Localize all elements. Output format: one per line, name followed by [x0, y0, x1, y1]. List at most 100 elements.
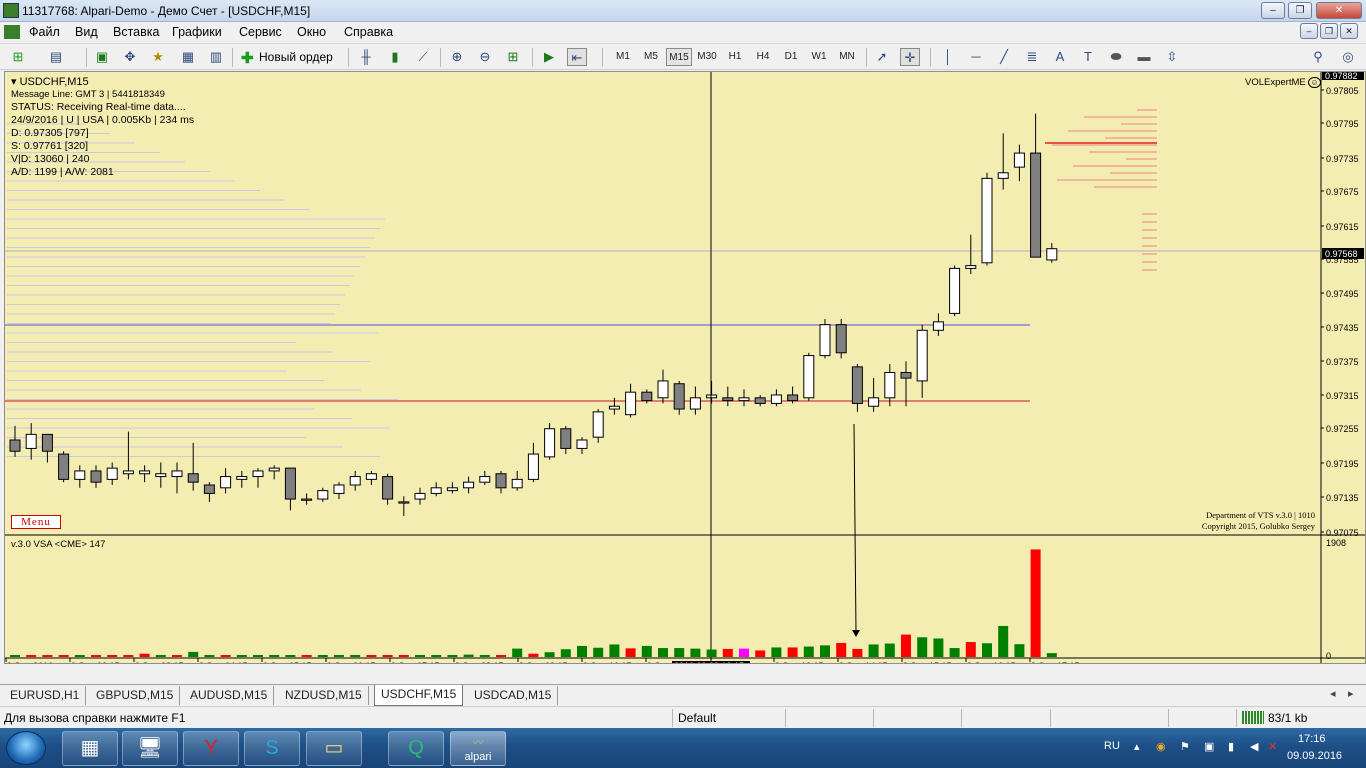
price-label: 0.97195 — [1326, 459, 1359, 469]
menu-file[interactable]: Файл — [29, 25, 60, 39]
chart-shift-icon[interactable]: ⇤ — [567, 48, 587, 66]
candle-body — [835, 324, 847, 354]
navigator-icon[interactable]: ✥ — [120, 48, 140, 66]
menu-window[interactable]: Окно — [297, 25, 326, 39]
language-indicator[interactable]: RU — [1104, 740, 1120, 752]
tile-windows-icon[interactable]: ⊞ — [503, 48, 523, 66]
trendline-icon[interactable]: ╱ — [994, 48, 1014, 66]
alert-icon[interactable]: ✕ — [1268, 740, 1277, 753]
tf-m30[interactable]: M30 — [694, 48, 720, 66]
yandex-icon[interactable]: Y — [183, 731, 239, 766]
start-button[interactable] — [6, 731, 46, 765]
volume-bar — [868, 644, 879, 657]
rectangle-icon[interactable]: ▬ — [1134, 48, 1154, 66]
tf-mn[interactable]: MN — [834, 48, 860, 66]
close-button[interactable]: ✕ — [1316, 2, 1362, 19]
profiles-icon[interactable]: ▤ — [46, 48, 66, 66]
terminal-icon[interactable]: ★ — [148, 48, 168, 66]
child-close-button[interactable]: ✕ — [1340, 23, 1358, 39]
tab-scroll-left-icon[interactable]: ◂ — [1330, 687, 1336, 700]
tf-h4[interactable]: H4 — [750, 48, 776, 66]
tf-m1[interactable]: M1 — [610, 48, 636, 66]
tab-eurusd[interactable]: EURUSD,H1 — [4, 686, 87, 705]
menu-charts[interactable]: Графики — [172, 25, 222, 39]
tf-m5[interactable]: M5 — [638, 48, 664, 66]
candle-body — [365, 473, 377, 480]
clock-time[interactable]: 17:16 — [1298, 733, 1326, 745]
volume-bar — [706, 649, 717, 657]
tray-flag-icon[interactable]: ⚑ — [1180, 740, 1190, 753]
skype-icon[interactable]: S — [244, 731, 300, 766]
new-chart-icon[interactable]: ⊞ — [8, 48, 28, 66]
fibonacci-icon[interactable]: ≣ — [1022, 48, 1042, 66]
clock-date[interactable]: 09.09.2016 — [1287, 750, 1342, 762]
horizontal-line-icon[interactable]: ─ — [966, 48, 986, 66]
crosshair-icon[interactable]: ✛ — [900, 48, 920, 66]
zoom-out-icon[interactable]: ⊖ — [475, 48, 495, 66]
vertical-line-icon[interactable]: │ — [938, 48, 958, 66]
tf-m15[interactable]: M15 — [666, 48, 692, 66]
quik-icon[interactable]: Q — [388, 731, 444, 766]
candle-body — [41, 433, 53, 452]
calculator-icon[interactable]: ▦ — [62, 731, 118, 766]
data-window-icon[interactable]: ▥ — [206, 48, 226, 66]
crosshair-time-label: 2016.09.09 12:15 — [674, 661, 744, 663]
time-label: 9 Sep 10:15 — [583, 661, 632, 663]
tray-device-icon[interactable]: ▣ — [1204, 740, 1214, 753]
menu-insert[interactable]: Вставка — [113, 25, 159, 39]
alpari-task[interactable]: 〰 alpari — [450, 731, 506, 766]
candlesticks-icon[interactable]: ▮ — [385, 48, 405, 66]
candle-body — [479, 476, 491, 483]
candle-body — [1046, 248, 1058, 261]
cursor-icon[interactable]: ➚ — [872, 48, 892, 66]
new-order-button[interactable]: ✚ Новый ордер — [237, 47, 341, 68]
candle-body — [673, 383, 685, 410]
chart-window-icon — [4, 25, 20, 39]
arrows-icon[interactable]: ⇳ — [1162, 48, 1182, 66]
tab-usdcad[interactable]: USDCAD,M15 — [468, 686, 559, 705]
tf-w1[interactable]: W1 — [806, 48, 832, 66]
zoom-in-icon[interactable]: ⊕ — [447, 48, 467, 66]
tf-h1[interactable]: H1 — [722, 48, 748, 66]
bar-chart-icon[interactable]: ╫ — [356, 48, 376, 66]
file-manager-icon[interactable]: ▭ — [306, 731, 362, 766]
market-watch-icon[interactable]: ▣ — [92, 48, 112, 66]
line-chart-icon[interactable]: ⟋ — [413, 48, 433, 66]
menu-tools[interactable]: Сервис — [239, 25, 282, 39]
tab-scroll-right-icon[interactable]: ▸ — [1348, 687, 1354, 700]
candle-body — [868, 397, 880, 407]
tab-nzdusd[interactable]: NZDUSD,M15 — [279, 686, 369, 705]
tab-gbpusd[interactable]: GBPUSD,M15 — [90, 686, 181, 705]
child-minimize-button[interactable]: – — [1300, 23, 1318, 39]
tf-d1[interactable]: D1 — [778, 48, 804, 66]
text-label-icon[interactable]: T — [1078, 48, 1098, 66]
minimize-button[interactable]: – — [1261, 2, 1285, 19]
autoscroll-icon[interactable]: ▶ — [539, 48, 559, 66]
chart-area[interactable]: 0.97882 0.97805 0.97795 0.97735 0.97675 0.976… — [4, 71, 1366, 664]
indicator-menu-button[interactable]: Menu — [11, 515, 61, 529]
restore-button[interactable]: ❐ — [1288, 2, 1312, 19]
child-restore-button[interactable]: ❐ — [1320, 23, 1338, 39]
tab-usdchf[interactable]: USDCHF,M15 — [374, 685, 464, 706]
tray-app-icon[interactable]: ◉ — [1156, 740, 1166, 753]
ellipse-icon[interactable]: ⬬ — [1106, 48, 1126, 66]
volume-bar — [803, 646, 814, 657]
candle-body — [25, 433, 37, 449]
candle-body — [576, 439, 588, 449]
time-label: 9 Sep 17:15 — [1031, 661, 1080, 663]
text-icon[interactable]: A — [1050, 48, 1070, 66]
network-icon[interactable]: ▮ — [1228, 740, 1234, 753]
menu-help[interactable]: Справка — [344, 25, 393, 39]
community-icon[interactable]: ◎ — [1338, 48, 1358, 66]
candle-body — [74, 470, 86, 480]
tray-arrow-icon[interactable]: ▴ — [1134, 740, 1140, 753]
search-icon[interactable]: ⚲ — [1308, 48, 1328, 66]
candle-body — [430, 487, 442, 494]
control-panel-icon[interactable]: 🖥 — [122, 731, 178, 766]
volume-icon[interactable]: ◀ — [1250, 740, 1258, 753]
candle-body — [511, 478, 523, 489]
tab-audusd[interactable]: AUDUSD,M15 — [184, 686, 275, 705]
menu-view[interactable]: Вид — [75, 25, 98, 39]
strategy-tester-icon[interactable]: ▦ — [178, 48, 198, 66]
candle-body — [252, 470, 264, 478]
